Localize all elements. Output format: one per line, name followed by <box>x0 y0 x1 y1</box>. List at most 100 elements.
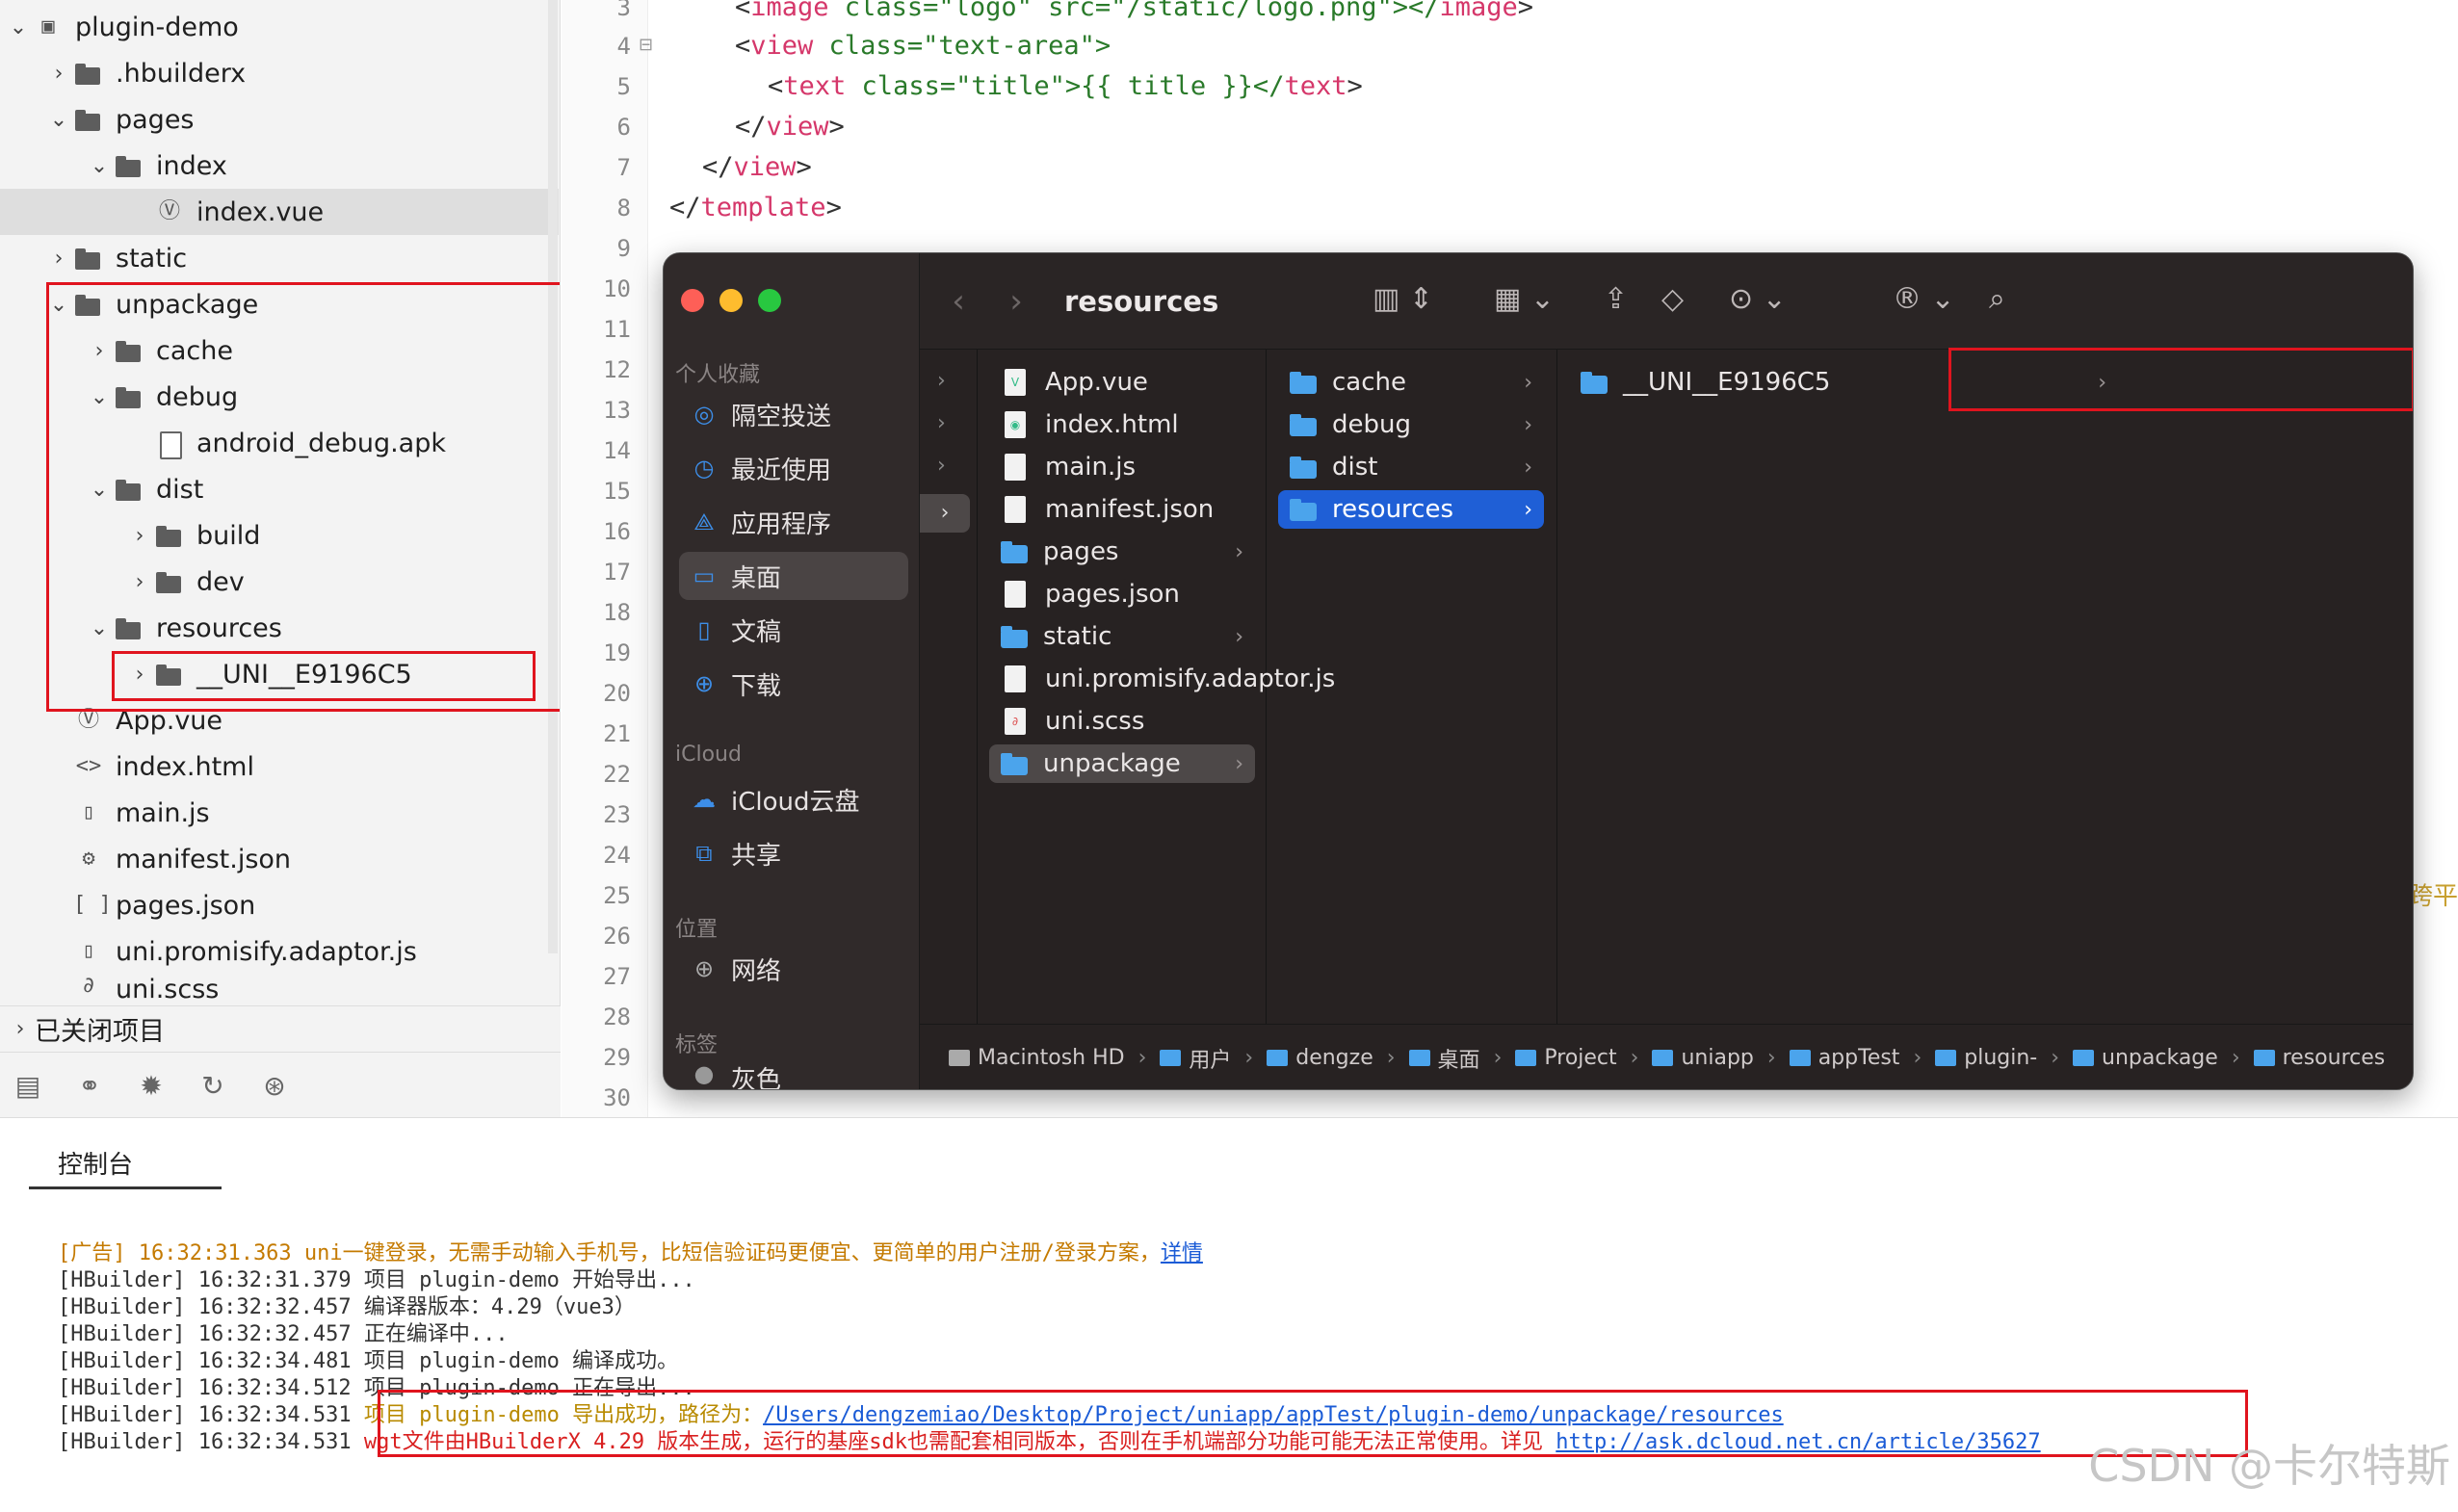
path-segment[interactable]: 桌面 <box>1408 1043 1480 1074</box>
forward-button[interactable]: › <box>987 282 1045 321</box>
finder-item-static[interactable]: static › <box>989 617 1255 656</box>
minimize-window-button[interactable] <box>719 289 743 312</box>
finder-item-uni-scss[interactable]: ∂ uni.scss <box>989 702 1255 741</box>
group-icon[interactable]: ▦ ⌄ <box>1494 282 1555 316</box>
folder-icon <box>1001 540 1030 563</box>
selected-item-chevron[interactable]: › <box>920 494 970 533</box>
path-segment[interactable]: unpackage <box>2073 1046 2218 1070</box>
tree-item-index-folder[interactable]: ⌄ index <box>0 143 559 189</box>
finder-item-dist[interactable]: dist › <box>1278 448 1544 486</box>
finder-item-app-vue[interactable]: V App.vue <box>989 363 1255 402</box>
sidebar-item-shared[interactable]: ⧉ 共享 <box>679 829 908 877</box>
sidebar-item-icloud-drive[interactable]: ☁ iCloud云盘 <box>679 775 908 823</box>
line-number: 30 <box>603 1084 631 1111</box>
path-segment[interactable]: 用户 <box>1160 1043 1231 1074</box>
chevron-right-icon: › <box>1524 370 1532 395</box>
finder-item-manifest-json[interactable]: manifest.json <box>989 490 1255 529</box>
tree-item-uni-scss[interactable]: ∂ uni.scss <box>0 975 559 1007</box>
path-bar: Macintosh HD › 用户 › dengze › 桌面 › Project › u… <box>920 1024 2413 1089</box>
console-panel: 控制台 [广告] 16:32:31.363 uni一键登录，无需手动输入手机号，… <box>0 1117 2458 1512</box>
line-number: 8 <box>616 195 631 222</box>
html-file-icon: ◉ <box>1005 411 1026 438</box>
git-icon[interactable]: ↻ <box>195 1068 231 1105</box>
sidebar-item-tag-gray[interactable]: ● 灰色 <box>679 1060 908 1089</box>
tree-item-hbuilderx[interactable]: › .hbuilderx <box>0 50 559 96</box>
cloud-icon: ☁ <box>693 786 716 813</box>
debug-bug-icon[interactable]: ✹ <box>133 1068 170 1105</box>
registered-menu-icon[interactable]: ® ⌄ <box>1893 282 1955 316</box>
highlight-box-console <box>378 1390 2248 1457</box>
search-icon[interactable]: ⌕ <box>1989 282 2005 316</box>
line-number: 23 <box>603 801 631 828</box>
column-view-icon[interactable]: ▥ ⇕ <box>1373 282 1433 316</box>
sidebar-item-applications[interactable]: ⟁ 应用程序 <box>679 498 908 546</box>
sidebar-item-network[interactable]: ⊕ 网络 <box>679 945 908 993</box>
finder-item-cache[interactable]: cache › <box>1278 363 1544 402</box>
chevron-right-icon: › <box>1235 624 1243 649</box>
tag-icon[interactable]: ◇ <box>1661 282 1684 316</box>
more-actions-icon[interactable]: ⊙ ⌄ <box>1729 282 1787 316</box>
download-icon: ⊕ <box>693 670 715 697</box>
console-tab[interactable]: 控制台 <box>29 1139 222 1189</box>
finder-item-unpackage[interactable]: unpackage › <box>989 744 1255 783</box>
line-number: 17 <box>603 559 631 586</box>
finder-title: resources <box>1064 284 1219 318</box>
code-line-6: </view> <box>735 112 845 142</box>
project-manager-icon[interactable]: ▤ <box>10 1068 46 1105</box>
line-number: 4 <box>616 33 631 60</box>
finder-item-resources[interactable]: resources › <box>1278 490 1544 529</box>
path-segment[interactable]: dengze <box>1267 1046 1373 1070</box>
close-window-button[interactable] <box>681 289 704 312</box>
code-line-3: <image class="logo" src="/static/logo.pn… <box>735 0 1534 22</box>
sidebar-item-recents[interactable]: ◷ 最近使用 <box>679 444 908 492</box>
finder-item-pages-json[interactable]: pages.json <box>989 575 1255 613</box>
tree-item-manifest-json[interactable]: ⚙ manifest.json <box>0 836 559 882</box>
highlight-box-finder-uni <box>1948 348 2413 411</box>
chevron-right-icon: › <box>54 246 64 271</box>
zoom-window-button[interactable] <box>758 289 781 312</box>
path-segment[interactable]: appTest <box>1789 1046 1899 1070</box>
folder-icon <box>1290 456 1319 479</box>
sidebar-item-desktop[interactable]: ▭ 桌面 <box>679 552 908 600</box>
finder-item-uni-promisify[interactable]: uni.promisify.adaptor.js <box>989 660 1335 698</box>
path-segment[interactable]: Macintosh HD <box>949 1046 1125 1070</box>
tree-item-index-vue[interactable]: Ⓥ index.vue <box>0 189 559 235</box>
tree-item-index-html[interactable]: <> index.html <box>0 743 559 790</box>
folder-icon <box>1935 1050 1957 1066</box>
tree-item-static[interactable]: › static <box>0 235 559 281</box>
tree-item-uni-promisify[interactable]: ▯ uni.promisify.adaptor.js <box>0 928 559 975</box>
sidebar-item-downloads[interactable]: ⊕ 下载 <box>679 660 908 708</box>
finder-item-pages[interactable]: pages › <box>989 533 1255 571</box>
details-link[interactable]: 详情 <box>1161 1241 1203 1265</box>
folder-icon <box>1581 371 1609 394</box>
js-file-icon: ▯ <box>82 800 95 824</box>
tree-item-pages-json[interactable]: [ ] pages.json <box>0 882 559 928</box>
share-icon[interactable]: ⇪ <box>1604 282 1628 316</box>
globe-icon: ⊕ <box>693 955 715 982</box>
sidebar-item-airdrop[interactable]: ◎ 隔空投送 <box>679 390 908 438</box>
plugin-icon[interactable]: ⊛ <box>256 1068 293 1105</box>
highlight-box-uni-folder <box>112 651 536 701</box>
watermark: CSDN @卡尔特斯 <box>2088 1440 2450 1492</box>
tree-item-pages[interactable]: ⌄ pages <box>0 96 559 143</box>
folder-icon <box>73 247 104 270</box>
back-button[interactable]: ‹ <box>929 282 987 321</box>
finder-item-debug[interactable]: debug › <box>1278 405 1544 444</box>
finder-item-main-js[interactable]: main.js <box>989 448 1255 486</box>
path-segment[interactable]: uniapp <box>1652 1046 1754 1070</box>
closed-projects-row[interactable]: › 已关闭项目 <box>0 1005 561 1052</box>
shared-folder-icon: ⧉ <box>695 840 713 867</box>
search-binoculars-icon[interactable]: ⚭ <box>71 1068 108 1105</box>
fold-toggle-icon[interactable]: ⊟ <box>639 35 653 55</box>
chevron-right-icon: › <box>1524 497 1532 522</box>
vue-file-icon: Ⓥ <box>77 708 99 732</box>
path-segment[interactable]: Project <box>1515 1046 1617 1070</box>
path-segment[interactable]: plugin- <box>1935 1046 2037 1070</box>
line-number: 5 <box>616 73 631 100</box>
tree-item-plugin-demo[interactable]: ⌄ ▣ plugin-demo <box>0 4 559 50</box>
sidebar-item-documents[interactable]: ▯ 文稿 <box>679 606 908 654</box>
tree-item-main-js[interactable]: ▯ main.js <box>0 790 559 836</box>
path-segment[interactable]: resources <box>2253 1046 2385 1070</box>
finder-item-index-html[interactable]: ◉ index.html <box>989 405 1255 444</box>
tree-toolbar: ▤ ⚭ ✹ ↻ ⊛ <box>0 1052 561 1119</box>
